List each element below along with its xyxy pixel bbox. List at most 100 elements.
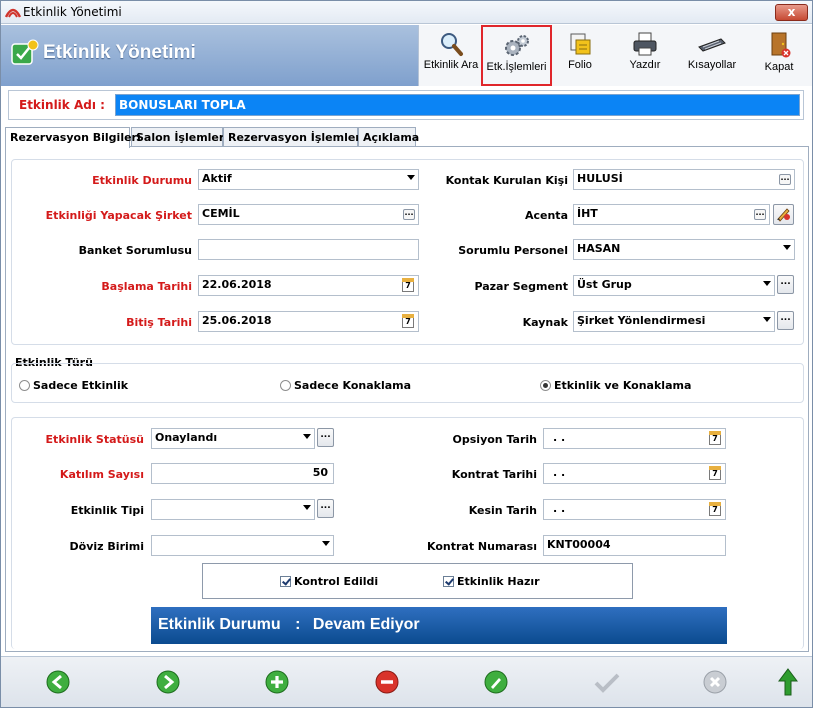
kontrat-numarasi-input[interactable]: KNT00004 bbox=[543, 535, 726, 556]
ellipsis-lookup-icon[interactable]: ... bbox=[779, 174, 791, 185]
statusu-select[interactable]: Onaylandı bbox=[151, 428, 315, 449]
pazar-segment-label: Pazar Segment bbox=[474, 280, 568, 293]
exit-door-icon bbox=[771, 32, 791, 58]
baslama-tarihi-input[interactable]: 22.06.2018 7 bbox=[198, 275, 419, 296]
katilim-sayisi-label: Katılım Sayısı bbox=[59, 468, 144, 481]
radio-label: Sadece Konaklama bbox=[294, 379, 412, 392]
chevron-down-icon bbox=[303, 434, 311, 439]
calendar-icon[interactable]: 7 bbox=[709, 466, 721, 480]
tab-aciklama[interactable]: Açıklama bbox=[358, 127, 419, 147]
confirm-check-icon[interactable] bbox=[593, 670, 621, 694]
event-logo-icon bbox=[11, 39, 39, 65]
tab-rezervasyon-islemleri[interactable]: Rezervasyon İşlemleri bbox=[223, 127, 365, 147]
checkbox-checked-icon bbox=[443, 576, 454, 587]
status-banner-label: Etkinlik Durumu bbox=[158, 616, 281, 633]
kaynak-value: Şirket Yönlendirmesi bbox=[577, 314, 706, 327]
window-title: Etkinlik Yönetimi bbox=[23, 5, 122, 19]
title-bar: Etkinlik Yönetimi x bbox=[1, 1, 812, 24]
toolbar-etk-islemleri-button[interactable]: Etk.İşlemleri bbox=[481, 25, 552, 86]
opsiyon-tarih-label: Opsiyon Tarih bbox=[452, 433, 537, 446]
radio-sadece-etkinlik[interactable]: Sadece Etkinlik bbox=[19, 379, 128, 392]
delete-icon[interactable] bbox=[375, 670, 399, 694]
yapacak-sirket-label: Etkinliği Yapacak Şirket bbox=[45, 209, 192, 222]
etkinlik-tipi-label: Etkinlik Tipi bbox=[70, 504, 144, 517]
etkinlik-tipi-lookup-button[interactable]: ... bbox=[317, 499, 334, 518]
toolbar-label: Etkinlik Ara bbox=[423, 59, 479, 71]
etkinlik-turu-group: Sadece Etkinlik Sadece Konaklama Etkinli… bbox=[11, 363, 804, 403]
etkinlik-durumu-label: Etkinlik Durumu bbox=[92, 174, 192, 187]
toolbar-yazdir-button[interactable]: Yazdır bbox=[612, 25, 678, 86]
acenta-field[interactable]: İHT ... bbox=[573, 204, 770, 225]
toolbar: Etkinlik Ara Etk.İşlemleri Folio Yazdır … bbox=[418, 25, 812, 86]
kontrat-tarihi-label: Kontrat Tarihi bbox=[451, 468, 537, 481]
etkinlik-durumu-select[interactable]: Aktif bbox=[198, 169, 419, 190]
acenta-edit-button[interactable] bbox=[773, 204, 794, 225]
pazar-segment-select[interactable]: Üst Grup bbox=[573, 275, 775, 296]
kontak-kisi-field[interactable]: HULUSİ ... bbox=[573, 169, 795, 190]
up-arrow-icon[interactable] bbox=[777, 667, 799, 697]
statusu-value: Onaylandı bbox=[155, 431, 218, 444]
toolbar-etkinlik-ara-button[interactable]: Etkinlik Ara bbox=[421, 25, 481, 86]
statusu-lookup-button[interactable]: ... bbox=[317, 428, 334, 447]
bottom-nav-bar bbox=[1, 656, 812, 707]
toolbar-kapat-button[interactable]: Kapat bbox=[749, 25, 809, 86]
folio-icon bbox=[570, 33, 591, 55]
doviz-birimi-select[interactable] bbox=[151, 535, 334, 556]
radio-dot bbox=[19, 380, 30, 391]
kaynak-select[interactable]: Şirket Yönlendirmesi bbox=[573, 311, 775, 332]
keyboard-icon bbox=[698, 38, 726, 52]
toolbar-kisayollar-button[interactable]: Kısayollar bbox=[679, 25, 745, 86]
calendar-icon[interactable]: 7 bbox=[709, 502, 721, 516]
close-window-button[interactable]: x bbox=[775, 4, 808, 21]
tab-salon-islemleri[interactable]: Salon İşlemleri bbox=[131, 127, 228, 147]
forward-arrow-icon[interactable] bbox=[156, 670, 180, 694]
radio-dot-selected bbox=[540, 380, 551, 391]
banket-sorumlusu-input[interactable] bbox=[198, 239, 419, 260]
kontrat-tarihi-input[interactable]: . . 7 bbox=[543, 463, 726, 484]
gears-icon bbox=[504, 35, 529, 56]
toolbar-label: Kapat bbox=[764, 61, 794, 73]
event-name-label: Etkinlik Adı : bbox=[19, 98, 105, 112]
add-icon[interactable] bbox=[265, 670, 289, 694]
banket-sorumlusu-label: Banket Sorumlusu bbox=[78, 244, 192, 257]
chevron-down-icon bbox=[303, 505, 311, 510]
radio-etkinlik-ve-konaklama[interactable]: Etkinlik ve Konaklama bbox=[540, 379, 691, 392]
checkbox-checked-icon bbox=[280, 576, 291, 587]
back-arrow-icon[interactable] bbox=[46, 670, 70, 694]
kaynak-lookup-button[interactable]: ... bbox=[777, 311, 794, 330]
ellipsis-lookup-icon[interactable]: ... bbox=[754, 209, 766, 220]
radio-label: Sadece Etkinlik bbox=[33, 379, 129, 392]
checkbox-frame: Kontrol Edildi Etkinlik Hazır bbox=[202, 563, 633, 599]
kesin-tarih-label: Kesin Tarih bbox=[468, 504, 537, 517]
kontrol-edildi-checkbox[interactable]: Kontrol Edildi bbox=[280, 575, 378, 588]
kontak-kisi-value: HULUSİ bbox=[577, 172, 623, 185]
edit-icon[interactable] bbox=[484, 670, 508, 694]
kesin-tarih-input[interactable]: . . 7 bbox=[543, 499, 726, 520]
etkinlik-tipi-select[interactable] bbox=[151, 499, 315, 520]
radio-label: Etkinlik ve Konaklama bbox=[554, 379, 692, 392]
printer-icon bbox=[633, 32, 657, 56]
opsiyon-tarih-input[interactable]: . . 7 bbox=[543, 428, 726, 449]
baslama-tarihi-label: Başlama Tarihi bbox=[101, 280, 192, 293]
radio-sadece-konaklama[interactable]: Sadece Konaklama bbox=[280, 379, 411, 392]
pazar-segment-value: Üst Grup bbox=[577, 278, 632, 291]
doviz-birimi-label: Döviz Birimi bbox=[69, 540, 144, 553]
yapacak-sirket-field[interactable]: CEMİL ... bbox=[198, 204, 419, 225]
etkinlik-hazir-checkbox[interactable]: Etkinlik Hazır bbox=[443, 575, 540, 588]
baslama-tarihi-value: 22.06.2018 bbox=[202, 278, 272, 291]
tab-panel: Etkinlik Durumu Aktif Etkinliği Yapacak … bbox=[5, 146, 809, 652]
sorumlu-personel-select[interactable]: HASAN bbox=[573, 239, 795, 260]
bitis-tarihi-value: 25.06.2018 bbox=[202, 314, 272, 327]
main-window: Etkinlik Yönetimi x Etkinlik Yönetimi Et… bbox=[0, 0, 813, 708]
bitis-tarihi-input[interactable]: 25.06.2018 7 bbox=[198, 311, 419, 332]
magnifier-icon bbox=[441, 33, 463, 56]
calendar-icon[interactable]: 7 bbox=[709, 431, 721, 445]
app-icon bbox=[5, 8, 21, 18]
cancel-icon[interactable] bbox=[703, 670, 727, 694]
katilim-sayisi-input[interactable]: 50 bbox=[151, 463, 334, 484]
tab-rezervasyon-bilgileri[interactable]: Rezervasyon Bilgileri bbox=[5, 127, 141, 148]
toolbar-folio-button[interactable]: Folio bbox=[552, 25, 608, 86]
event-name-input[interactable]: BONUSLARI TOPLA bbox=[115, 94, 800, 116]
kontak-kisi-label: Kontak Kurulan Kişi bbox=[445, 174, 568, 187]
pazar-segment-lookup-button[interactable]: ... bbox=[777, 275, 794, 294]
